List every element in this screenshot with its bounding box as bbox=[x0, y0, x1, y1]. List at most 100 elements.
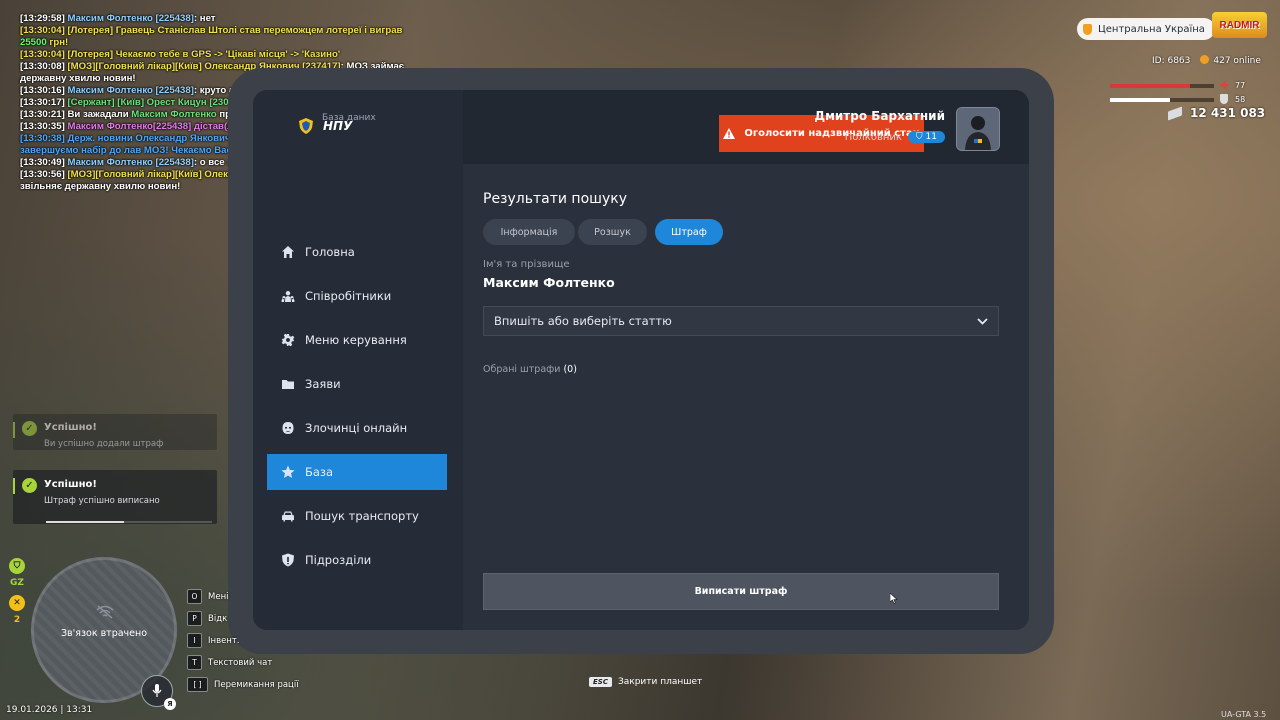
key-hint: [ ] Перемикання рації bbox=[187, 677, 299, 692]
sidebar-item-label: Меню керування bbox=[305, 333, 407, 347]
sidebar-item-5[interactable]: Злочинці онлайн bbox=[267, 410, 447, 446]
article-select[interactable]: Впишіть або виберіть статтю bbox=[483, 306, 999, 336]
status-count: 2 bbox=[13, 615, 21, 625]
user-level-badge: ⛉ 11 bbox=[907, 131, 945, 143]
key-cap: [ ] bbox=[187, 677, 208, 692]
sidebar-item-label: Злочинці онлайн bbox=[305, 421, 408, 435]
sidebar-item-2[interactable]: Співробітники bbox=[267, 278, 447, 314]
notification-desc: Ви успішно додали штраф bbox=[44, 439, 164, 449]
sidebar-item-label: Головна bbox=[305, 245, 355, 259]
sidebar-item-label: Співробітники bbox=[305, 289, 392, 303]
key-hint: T Текстовий чат bbox=[187, 655, 272, 670]
shield-icon bbox=[282, 553, 294, 567]
notification-title: Успішно! bbox=[44, 422, 97, 433]
sidebar: База даних НПУ Головна Співробітники Меню … bbox=[253, 90, 463, 630]
sidebar-item-7[interactable]: Пошук транспорту bbox=[267, 498, 447, 534]
top-bar: Оголосити надзвичайний стан Дмитро Барха… bbox=[463, 90, 1029, 164]
key-cap: P bbox=[187, 611, 202, 626]
officer-avatar-icon bbox=[957, 108, 999, 150]
esc-key: ESC bbox=[589, 677, 612, 687]
warning-icon bbox=[723, 128, 736, 139]
issue-fine-button[interactable]: Виписати штраф bbox=[483, 573, 999, 610]
money-display: 12 431 083 bbox=[1168, 105, 1265, 121]
status-weapon-icon: ✕ bbox=[9, 595, 25, 611]
people-icon bbox=[281, 291, 295, 302]
signal-lost-text: Зв'язок втрачено bbox=[60, 628, 148, 639]
status-shield-icon: ⛉ bbox=[9, 558, 25, 574]
selected-fines-count: (0) bbox=[563, 364, 577, 375]
police-emblem-icon bbox=[299, 118, 313, 134]
user-info: Дмитро Бархатний Полковник ⛉ 11 bbox=[814, 109, 945, 143]
tablet-screen: База даних НПУ Головна Співробітники Меню … bbox=[253, 90, 1029, 630]
notification-desc: Штраф успішно виписано bbox=[44, 496, 160, 506]
sidebar-item-3[interactable]: Меню керування bbox=[267, 322, 447, 358]
key-hint-label: Текстовий чат bbox=[208, 657, 273, 668]
chat-line: [13:30:04] [Лотерея] Гравець Станіслав Ш… bbox=[20, 25, 403, 48]
sidebar-item-8[interactable]: Підрозділи bbox=[267, 542, 447, 578]
key-hint-label: Інвент. bbox=[208, 635, 240, 646]
mouse-cursor-icon bbox=[890, 593, 898, 604]
microphone-icon bbox=[152, 684, 162, 697]
player-id: ID: 6863 bbox=[1152, 55, 1191, 66]
health-value: 77 bbox=[1235, 81, 1246, 90]
location-icon bbox=[1083, 23, 1092, 35]
armor-value: 58 bbox=[1235, 95, 1246, 104]
sidebar-item-label: Підрозділи bbox=[305, 553, 372, 567]
notification-1: ✓ Успішно! Ви успішно додали штраф bbox=[13, 414, 217, 450]
mic-key: Я bbox=[164, 698, 176, 710]
close-tablet-hint: ESC Закрити планшет bbox=[589, 677, 702, 687]
selected-fines-label: Обрані штрафи bbox=[483, 364, 561, 375]
key-cap: O bbox=[187, 589, 202, 604]
check-icon: ✓ bbox=[22, 421, 37, 436]
chevron-down-icon bbox=[977, 317, 988, 325]
health-bar bbox=[1110, 84, 1214, 88]
issue-fine-label: Виписати штраф bbox=[694, 586, 788, 597]
tab-3[interactable]: Штраф bbox=[655, 219, 723, 245]
chat-line: [13:30:04] [Лотерея] Чекаємо тебе в GPS … bbox=[20, 49, 341, 60]
sidebar-item-label: Пошук транспорту bbox=[305, 509, 419, 523]
gear-icon bbox=[281, 333, 295, 347]
user-rank: Полковник bbox=[844, 131, 902, 143]
tab-2[interactable]: Розшук bbox=[578, 219, 647, 245]
sidebar-item-6[interactable]: База bbox=[267, 454, 447, 490]
user-rank-row: Полковник ⛉ 11 bbox=[814, 131, 945, 143]
key-hint: O Мені bbox=[187, 589, 228, 604]
key-hint-label: Відк bbox=[208, 613, 228, 624]
sidebar-item-label: Заяви bbox=[305, 377, 341, 391]
key-hint-label: Перемикання рації bbox=[214, 679, 299, 690]
money-icon bbox=[1168, 105, 1182, 121]
gz-label: GZ bbox=[10, 578, 24, 588]
brand: База даних НПУ bbox=[299, 113, 376, 134]
brand-subtitle: База даних bbox=[322, 113, 376, 123]
selected-fines: Обрані штрафи (0) bbox=[483, 364, 577, 375]
key-hint: P Відк bbox=[187, 611, 227, 626]
page-title: Результати пошуку bbox=[483, 191, 627, 207]
voice-chat-button[interactable]: Я bbox=[141, 675, 176, 710]
datetime: 19.01.2026 | 13:31 bbox=[6, 705, 93, 715]
chat-line: [13:29:58] Максим Фолтенко [225438]: нет bbox=[20, 13, 216, 24]
mask-icon bbox=[282, 422, 294, 434]
key-cap: I bbox=[187, 633, 202, 648]
name-label: Ім'я та прізвище bbox=[483, 259, 570, 270]
tab-1[interactable]: Інформація bbox=[483, 219, 575, 245]
car-icon bbox=[282, 511, 294, 522]
no-signal-icon bbox=[96, 605, 114, 619]
armor-icon bbox=[1220, 94, 1228, 104]
region-name: Центральна Україна bbox=[1098, 23, 1205, 35]
article-select-placeholder: Впишіть або виберіть статтю bbox=[494, 314, 672, 328]
star-icon bbox=[281, 465, 295, 478]
user-name: Дмитро Бархатний bbox=[814, 109, 945, 123]
version: UA-GTA 3.5 bbox=[1221, 710, 1267, 719]
folder-icon bbox=[282, 380, 294, 389]
notification-2: ✓ Успішно! Штраф успішно виписано bbox=[13, 470, 217, 524]
health-icon: ✚ bbox=[1220, 79, 1230, 92]
close-tablet-label: Закрити планшет bbox=[617, 677, 703, 687]
home-icon bbox=[282, 246, 294, 258]
sidebar-item-label: База bbox=[305, 465, 334, 479]
sidebar-item-1[interactable]: Головна bbox=[267, 234, 447, 270]
sidebar-item-4[interactable]: Заяви bbox=[267, 366, 447, 402]
region-badge: Центральна Україна bbox=[1077, 18, 1215, 40]
main-content: Результати пошуку Інформація Розшук Штраф … bbox=[463, 164, 1029, 630]
person-name: Максим Фолтенко bbox=[483, 275, 615, 290]
badge-shield-icon: ⛉ bbox=[915, 132, 926, 142]
